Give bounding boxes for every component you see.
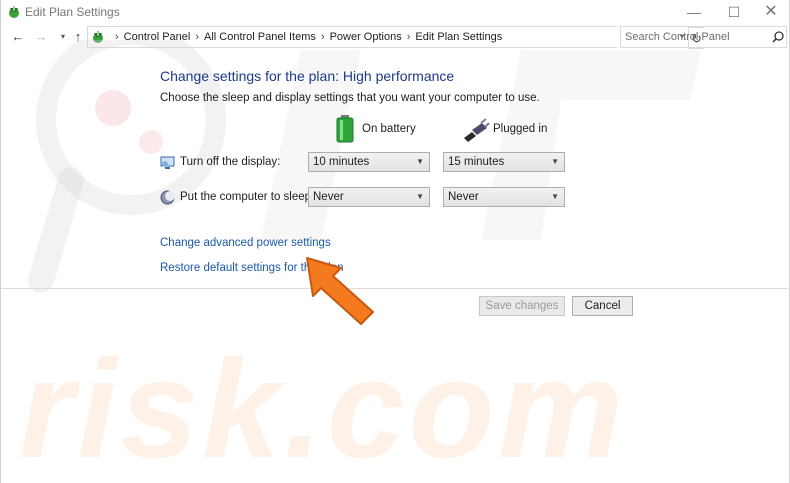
chevron-down-icon: ▼: [416, 157, 424, 166]
battery-icon: [336, 115, 354, 143]
breadcrumb-edit-plan-settings[interactable]: Edit Plan Settings: [415, 31, 502, 43]
sleep-plugged-in-value: Never: [448, 191, 479, 203]
plugged-in-label: Plugged in: [493, 123, 548, 135]
navigation-bar: ← → ▾ ↑ › Control Panel › All Control Panel…: [1, 26, 789, 49]
change-advanced-power-settings-link[interactable]: Change advanced power settings: [160, 237, 331, 249]
search-icon[interactable]: [771, 30, 785, 44]
chevron-down-icon: ▼: [416, 192, 424, 201]
cancel-button[interactable]: Cancel: [572, 296, 633, 316]
power-plug-icon: [464, 118, 490, 142]
display-icon: [160, 156, 175, 169]
breadcrumb: › Control Panel › All Control Panel Items › P…: [110, 27, 502, 47]
up-arrow-icon[interactable]: ↑: [70, 26, 86, 48]
turn-off-display-label: Turn off the display:: [180, 156, 281, 168]
breadcrumb-separator-icon[interactable]: ›: [195, 31, 199, 43]
sleep-on-battery-select[interactable]: Never ▼: [308, 187, 430, 207]
power-options-icon: [9, 6, 19, 18]
breadcrumb-all-items[interactable]: All Control Panel Items: [204, 31, 316, 43]
breadcrumb-power-options[interactable]: Power Options: [330, 31, 402, 43]
page-subtitle: Choose the sleep and display settings th…: [160, 92, 540, 104]
sleep-moon-icon: [160, 190, 175, 205]
forward-arrow-icon[interactable]: →: [33, 26, 49, 48]
maximize-button[interactable]: ☐: [716, 0, 752, 24]
display-plugged-in-select[interactable]: 15 minutes ▼: [443, 152, 565, 172]
breadcrumb-control-panel[interactable]: Control Panel: [124, 31, 191, 43]
divider: [1, 288, 790, 289]
page-title: Change settings for the plan: High perfo…: [160, 68, 455, 84]
on-battery-label: On battery: [362, 123, 416, 135]
title-bar: Edit Plan Settings — ☐ ✕: [1, 0, 789, 24]
sleep-on-battery-value: Never: [313, 191, 344, 203]
close-button[interactable]: ✕: [753, 0, 789, 24]
main-content: Change settings for the plan: High perfo…: [1, 48, 790, 483]
edit-plan-settings-window: Edit Plan Settings — ☐ ✕ ← → ▾ ↑ › Contro…: [0, 0, 790, 483]
back-arrow-icon[interactable]: ←: [10, 26, 26, 48]
breadcrumb-separator-icon[interactable]: ›: [115, 31, 119, 43]
window-title: Edit Plan Settings: [25, 5, 120, 19]
breadcrumb-separator-icon[interactable]: ›: [407, 31, 411, 43]
display-on-battery-select[interactable]: 10 minutes ▼: [308, 152, 430, 172]
sleep-plugged-in-select[interactable]: Never ▼: [443, 187, 565, 207]
chevron-down-icon: ▼: [551, 192, 559, 201]
breadcrumb-separator-icon[interactable]: ›: [321, 31, 325, 43]
sleep-label: Put the computer to sleep:: [180, 191, 315, 203]
display-on-battery-value: 10 minutes: [313, 156, 370, 168]
control-panel-icon: [93, 31, 103, 43]
search-box[interactable]: [620, 26, 787, 48]
recent-locations-chevron-icon[interactable]: ▾: [55, 26, 71, 48]
annotation-arrow-icon: [306, 257, 374, 325]
minimize-button[interactable]: —: [676, 0, 712, 24]
save-changes-button[interactable]: Save changes: [479, 296, 565, 316]
display-plugged-in-value: 15 minutes: [448, 156, 505, 168]
chevron-down-icon: ▼: [551, 157, 559, 166]
search-input[interactable]: [625, 28, 765, 46]
address-bar[interactable]: › Control Panel › All Control Panel Items › P…: [87, 26, 704, 49]
